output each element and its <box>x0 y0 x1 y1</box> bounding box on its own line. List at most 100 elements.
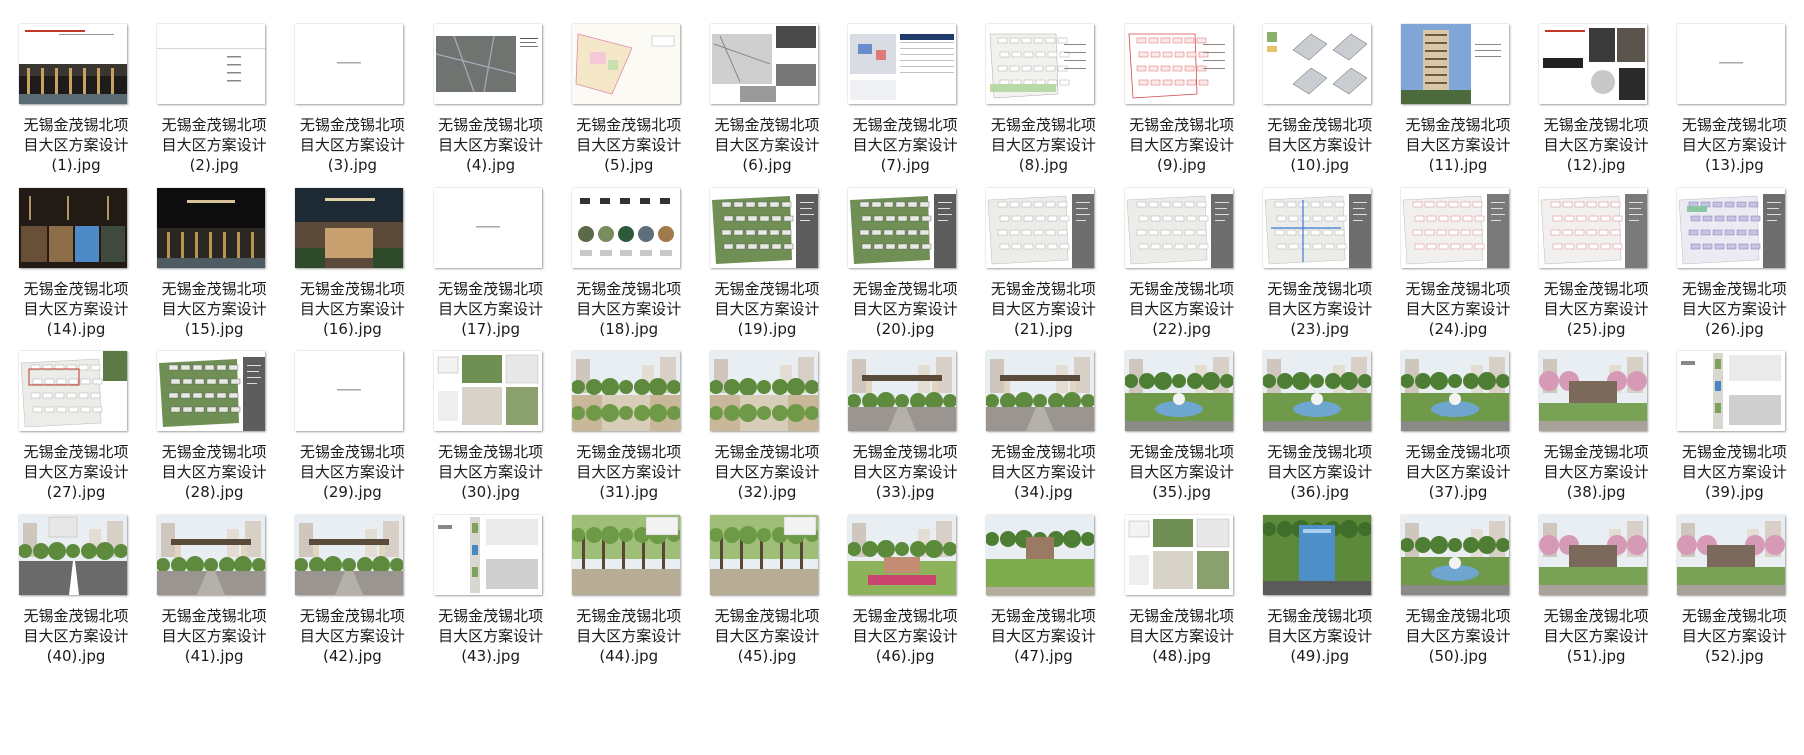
file-item[interactable]: 无锡金茂锡北项 目大区方案设计 (36).jpg <box>1246 347 1376 517</box>
file-thumbnail[interactable] <box>19 187 127 268</box>
file-thumbnail[interactable] <box>848 514 957 595</box>
file-item[interactable]: 无锡金茂锡北项 目大区方案设计 (17).jpg <box>417 184 547 354</box>
file-item[interactable]: 无锡金茂锡北项 目大区方案设计 (26).jpg <box>1660 184 1790 354</box>
file-thumbnail[interactable] <box>986 514 1095 595</box>
file-item[interactable]: 无锡金茂锡北项 目大区方案设计 (19).jpg <box>693 184 823 354</box>
file-item[interactable]: 无锡金茂锡北项 目大区方案设计 (44).jpg <box>555 511 685 681</box>
file-item[interactable]: 无锡金茂锡北项 目大区方案设计 (39).jpg <box>1660 347 1790 517</box>
file-item[interactable]: 无锡金茂锡北项 目大区方案设计 (37).jpg <box>1384 347 1514 517</box>
file-thumbnail[interactable] <box>433 514 542 595</box>
file-item[interactable]: 无锡金茂锡北项 目大区方案设计 (51).jpg <box>1522 511 1652 681</box>
file-thumbnail[interactable] <box>1539 24 1648 104</box>
file-thumbnail[interactable] <box>19 24 127 104</box>
file-item[interactable]: 无锡金茂锡北项 目大区方案设计 (7).jpg <box>831 20 961 190</box>
file-item[interactable]: 无锡金茂锡北项 目大区方案设计 (8).jpg <box>969 20 1099 190</box>
file-thumbnail[interactable] <box>1262 351 1371 431</box>
file-thumbnail[interactable] <box>1401 24 1509 104</box>
file-item[interactable]: 无锡金茂锡北项 目大区方案设计 (52).jpg <box>1660 511 1790 681</box>
file-thumbnail[interactable] <box>1677 514 1786 595</box>
file-item[interactable]: 无锡金茂锡北项 目大区方案设计 (35).jpg <box>1108 347 1238 517</box>
file-item[interactable]: 无锡金茂锡北项 目大区方案设计 (48).jpg <box>1108 511 1238 681</box>
file-item[interactable]: 无锡金茂锡北项 目大区方案设计 (25).jpg <box>1522 184 1652 354</box>
file-thumbnail[interactable] <box>433 187 542 268</box>
file-item[interactable]: 无锡金茂锡北项 目大区方案设计 (34).jpg <box>969 347 1099 517</box>
file-item[interactable]: 无锡金茂锡北项 目大区方案设计 (16).jpg <box>278 184 408 354</box>
file-thumbnail[interactable] <box>848 24 957 104</box>
file-item[interactable]: 无锡金茂锡北项 目大区方案设计 (14).jpg <box>2 184 132 354</box>
file-thumbnail[interactable] <box>1124 514 1233 595</box>
file-item[interactable]: 无锡金茂锡北项 目大区方案设计 (43).jpg <box>417 511 547 681</box>
file-thumbnail[interactable] <box>1677 187 1786 268</box>
file-thumbnail[interactable] <box>986 187 1095 268</box>
file-item[interactable]: 无锡金茂锡北项 目大区方案设计 (10).jpg <box>1246 20 1376 190</box>
file-item[interactable]: 无锡金茂锡北项 目大区方案设计 (27).jpg <box>2 347 132 517</box>
file-thumbnail[interactable] <box>848 351 957 431</box>
file-thumbnail[interactable] <box>157 24 266 104</box>
file-item[interactable]: 无锡金茂锡北项 目大区方案设计 (31).jpg <box>555 347 685 517</box>
file-item[interactable]: 无锡金茂锡北项 目大区方案设计 (30).jpg <box>417 347 547 517</box>
file-thumbnail[interactable] <box>433 351 542 431</box>
file-thumbnail[interactable] <box>1539 351 1648 431</box>
file-item[interactable]: 无锡金茂锡北项 目大区方案设计 (24).jpg <box>1384 184 1514 354</box>
file-thumbnail[interactable] <box>1539 187 1648 268</box>
file-item[interactable]: 无锡金茂锡北项 目大区方案设计 (3).jpg <box>278 20 408 190</box>
file-item[interactable]: 无锡金茂锡北项 目大区方案设计 (1).jpg <box>2 20 132 190</box>
file-thumbnail[interactable] <box>710 514 818 595</box>
file-item[interactable]: 无锡金茂锡北项 目大区方案设计 (45).jpg <box>693 511 823 681</box>
file-item[interactable]: 无锡金茂锡北项 目大区方案设计 (5).jpg <box>555 20 685 190</box>
file-item[interactable]: 无锡金茂锡北项 目大区方案设计 (49).jpg <box>1246 511 1376 681</box>
file-item[interactable]: 无锡金茂锡北项 目大区方案设计 (50).jpg <box>1384 511 1514 681</box>
file-thumbnail[interactable] <box>1124 24 1233 104</box>
file-thumbnail[interactable] <box>295 24 404 104</box>
file-thumbnail[interactable] <box>571 351 680 431</box>
file-thumbnail[interactable] <box>571 514 680 595</box>
file-thumbnail[interactable] <box>1539 514 1648 595</box>
file-item[interactable]: 无锡金茂锡北项 目大区方案设计 (41).jpg <box>140 511 270 681</box>
file-item[interactable]: 无锡金茂锡北项 目大区方案设计 (11).jpg <box>1384 20 1514 190</box>
file-thumbnail[interactable] <box>157 187 266 268</box>
file-thumbnail[interactable] <box>1124 187 1233 268</box>
file-thumbnail[interactable] <box>848 187 957 268</box>
file-item[interactable]: 无锡金茂锡北项 目大区方案设计 (9).jpg <box>1108 20 1238 190</box>
file-thumbnail[interactable] <box>710 187 818 268</box>
file-item[interactable]: 无锡金茂锡北项 目大区方案设计 (23).jpg <box>1246 184 1376 354</box>
file-item[interactable]: 无锡金茂锡北项 目大区方案设计 (21).jpg <box>969 184 1099 354</box>
file-item[interactable]: 无锡金茂锡北项 目大区方案设计 (42).jpg <box>278 511 408 681</box>
file-thumbnail[interactable] <box>157 514 266 595</box>
file-thumbnail[interactable] <box>1124 351 1233 431</box>
file-thumbnail[interactable] <box>710 351 818 431</box>
file-item[interactable]: 无锡金茂锡北项 目大区方案设计 (6).jpg <box>693 20 823 190</box>
file-thumbnail[interactable] <box>1262 514 1371 595</box>
file-thumbnail[interactable] <box>295 187 404 268</box>
file-item[interactable]: 无锡金茂锡北项 目大区方案设计 (32).jpg <box>693 347 823 517</box>
file-thumbnail[interactable] <box>19 351 127 431</box>
file-item[interactable]: 无锡金茂锡北项 目大区方案设计 (29).jpg <box>278 347 408 517</box>
file-item[interactable]: 无锡金茂锡北项 目大区方案设计 (13).jpg <box>1660 20 1790 190</box>
file-thumbnail[interactable] <box>986 351 1095 431</box>
file-item[interactable]: 无锡金茂锡北项 目大区方案设计 (20).jpg <box>831 184 961 354</box>
file-item[interactable]: 无锡金茂锡北项 目大区方案设计 (12).jpg <box>1522 20 1652 190</box>
file-item[interactable]: 无锡金茂锡北项 目大区方案设计 (18).jpg <box>555 184 685 354</box>
file-item[interactable]: 无锡金茂锡北项 目大区方案设计 (46).jpg <box>831 511 961 681</box>
file-thumbnail[interactable] <box>1401 187 1509 268</box>
file-item[interactable]: 无锡金茂锡北项 目大区方案设计 (47).jpg <box>969 511 1099 681</box>
file-item[interactable]: 无锡金茂锡北项 目大区方案设计 (15).jpg <box>140 184 270 354</box>
file-thumbnail[interactable] <box>1401 514 1509 595</box>
file-thumbnail[interactable] <box>295 514 404 595</box>
file-thumbnail[interactable] <box>19 514 127 595</box>
file-thumbnail[interactable] <box>157 351 266 431</box>
file-item[interactable]: 无锡金茂锡北项 目大区方案设计 (38).jpg <box>1522 347 1652 517</box>
file-thumbnail[interactable] <box>1677 351 1786 431</box>
file-thumbnail[interactable] <box>1401 351 1509 431</box>
file-item[interactable]: 无锡金茂锡北项 目大区方案设计 (33).jpg <box>831 347 961 517</box>
file-thumbnail[interactable] <box>1262 187 1371 268</box>
file-item[interactable]: 无锡金茂锡北项 目大区方案设计 (40).jpg <box>2 511 132 681</box>
file-thumbnail[interactable] <box>1677 24 1786 104</box>
file-thumbnail[interactable] <box>433 24 542 104</box>
file-thumbnail[interactable] <box>710 24 818 104</box>
file-item[interactable]: 无锡金茂锡北项 目大区方案设计 (28).jpg <box>140 347 270 517</box>
file-item[interactable]: 无锡金茂锡北项 目大区方案设计 (4).jpg <box>417 20 547 190</box>
file-thumbnail[interactable] <box>571 187 680 268</box>
file-thumbnail[interactable] <box>571 24 680 104</box>
file-thumbnail[interactable] <box>986 24 1095 104</box>
